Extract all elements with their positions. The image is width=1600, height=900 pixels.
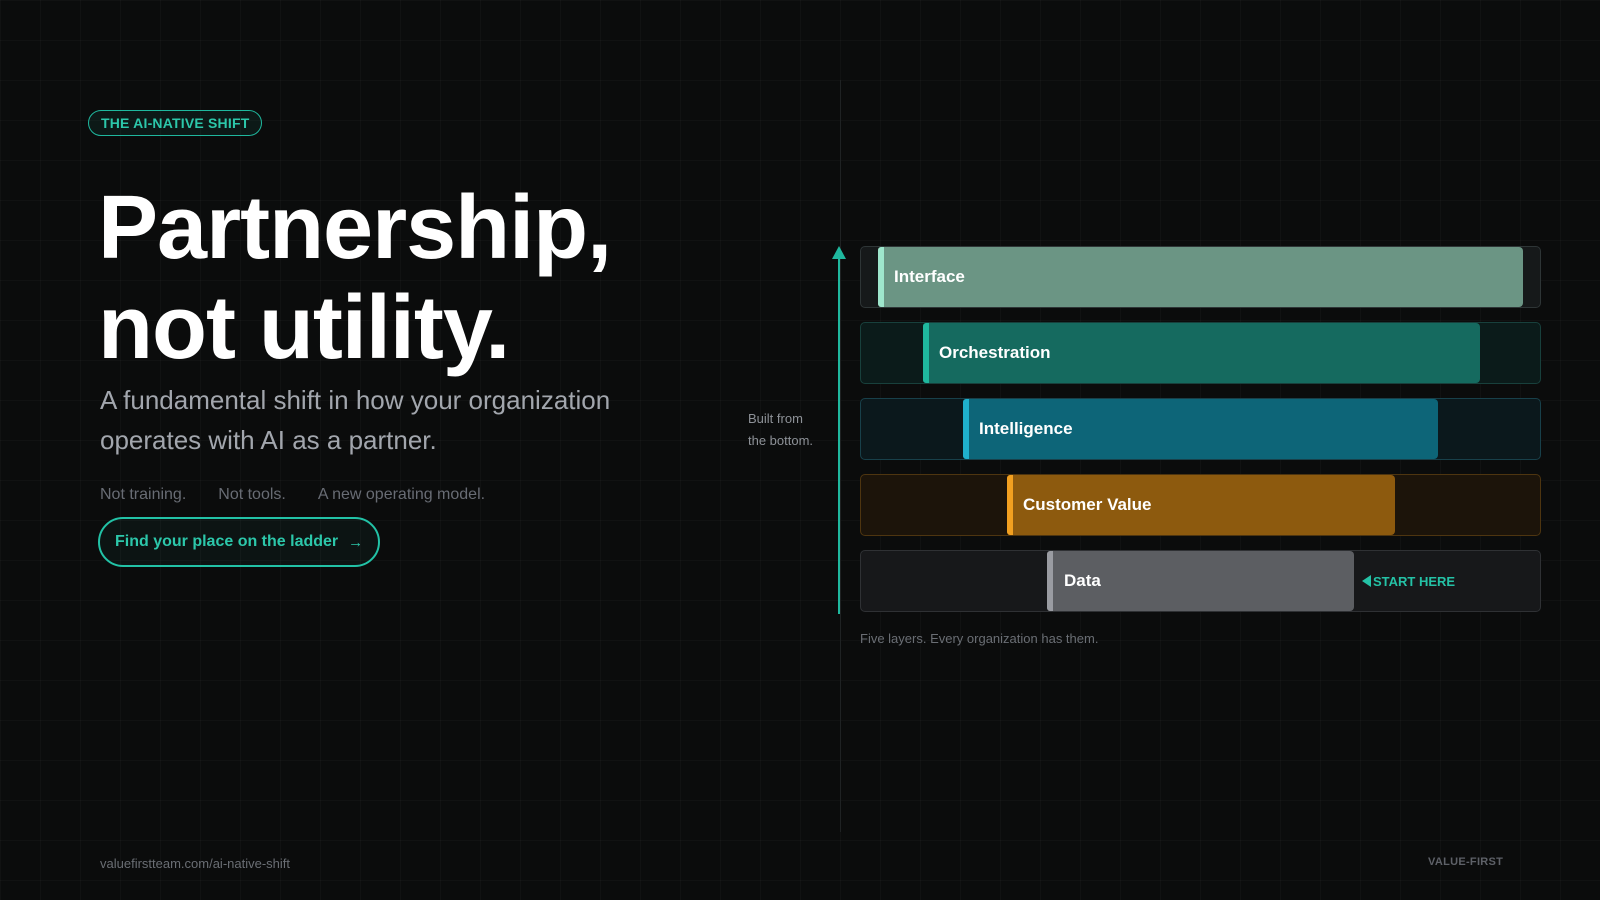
layer-intelligence[interactable]: Intelligence [860,398,1541,460]
headline-line-2: not utility. [98,278,510,378]
start-here-label: START HERE [1373,573,1456,589]
find-place-button[interactable]: Find your place on the ladder → [98,517,381,567]
layer-bar: Intelligence [963,399,1438,459]
layer-label: Intelligence [979,419,1073,438]
axis-line [838,256,840,614]
layer-data[interactable]: Data START HERE [860,550,1541,612]
layer-label: Interface [894,267,965,286]
arrow-up-icon [832,246,846,259]
axis-label-line-1: Built from [748,411,803,426]
layer-customer-value[interactable]: Customer Value [860,474,1541,536]
ladder-caption: Five layers. Every organization has them… [860,631,1099,646]
vertical-divider [840,80,841,832]
headline-line-1: Partnership, [98,178,612,278]
layer-label: Data [1064,571,1101,590]
layer-bar: Interface [878,247,1523,307]
axis-label: Built from the bottom. [748,408,813,452]
layer-bar: Customer Value [1007,475,1395,535]
triangle-left-icon [1362,575,1371,587]
start-here-marker: START HERE [1362,551,1455,611]
subtitle: A fundamental shift in how your organiza… [100,385,611,455]
tagline-item: Not tools. [218,486,286,503]
layer-interface[interactable]: Interface [860,246,1541,308]
arrow-right-icon: → [348,533,364,551]
layer-bar: Data [1047,551,1354,611]
footer-url[interactable]: valuefirstteam.com/ai-native-shift [100,856,290,871]
layer-stack: Interface Orchestration Intelligence Cus… [860,246,1541,626]
axis-label-line-2: the bottom. [748,433,814,448]
layer-label: Orchestration [939,343,1051,362]
layer-orchestration[interactable]: Orchestration [860,322,1541,384]
page-title: Partnership, not utility. [98,178,612,378]
tagline-item: A new operating model. [317,486,486,503]
footer-brand: VALUE-FIRST [1428,856,1504,868]
cta-label: Find your place on the ladder [115,533,339,550]
tagline-item: Not training. [100,486,187,503]
layer-bar: Orchestration [923,323,1480,383]
tagline-list: Not training. Not tools. A new operating… [100,486,485,504]
section-tag: THE AI-NATIVE SHIFT [88,110,263,136]
layer-label: Customer Value [1023,495,1152,514]
